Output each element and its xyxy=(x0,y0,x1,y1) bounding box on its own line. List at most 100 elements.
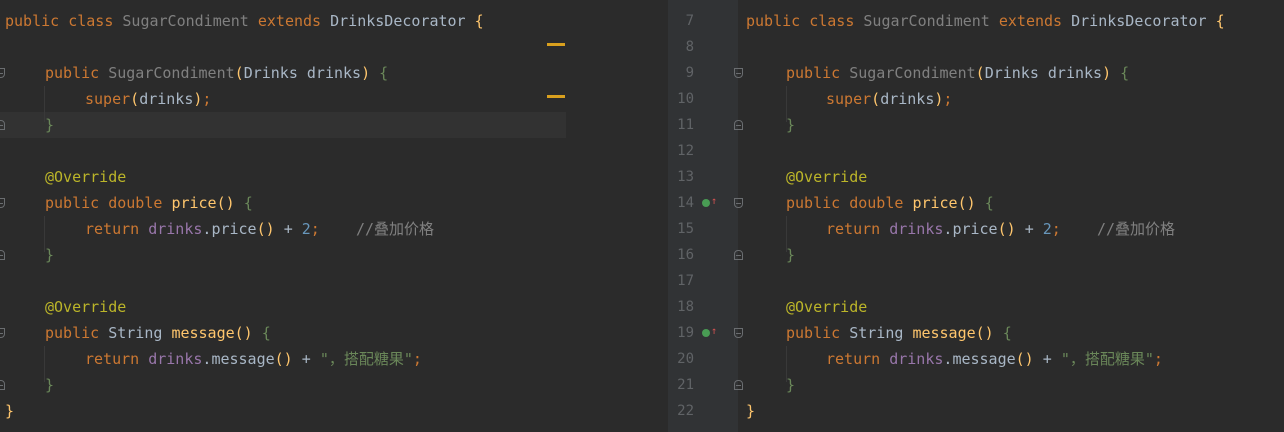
argument: drinks xyxy=(880,90,935,108)
warning-stripe-marker[interactable] xyxy=(547,43,565,46)
parent-class: DrinksDecorator xyxy=(1071,12,1207,30)
overrides-method-icon[interactable]: ↑ xyxy=(702,326,717,338)
method-name: message xyxy=(912,324,976,342)
method-call: price xyxy=(952,220,998,238)
paren: ( xyxy=(975,64,985,82)
paren: ( xyxy=(871,90,881,108)
semicolon: ; xyxy=(412,350,422,368)
code-line[interactable]: super(drinks); xyxy=(85,86,211,112)
fold-marker-icon[interactable] xyxy=(734,68,743,78)
code-line[interactable]: } xyxy=(786,112,795,138)
code-line[interactable]: } xyxy=(786,242,795,268)
line-number: 22 xyxy=(677,403,694,419)
brace: } xyxy=(786,246,796,264)
paren: ) xyxy=(361,64,371,82)
param-type: Drinks xyxy=(984,64,1039,82)
brace: } xyxy=(786,116,796,134)
fold-marker-icon[interactable] xyxy=(0,120,5,130)
type: String xyxy=(849,324,904,342)
brace: { xyxy=(1215,12,1225,30)
code-line[interactable]: public SugarCondiment(Drinks drinks) { xyxy=(45,60,388,86)
paren: () xyxy=(957,194,976,212)
keyword: double xyxy=(849,194,904,212)
line-number: 12 xyxy=(677,143,694,159)
line-number: 17 xyxy=(677,273,694,289)
keyword: public xyxy=(786,324,841,342)
overrides-method-icon[interactable]: ↑ xyxy=(702,196,717,208)
warning-stripe-marker[interactable] xyxy=(547,95,565,98)
code-line[interactable]: public class SugarCondiment extends Drin… xyxy=(5,8,484,34)
paren: () xyxy=(975,324,994,342)
fold-marker-icon[interactable] xyxy=(734,120,743,130)
operator: + xyxy=(1024,220,1034,238)
keyword: super xyxy=(85,90,131,108)
code-line[interactable]: super(drinks); xyxy=(826,86,952,112)
right-editor-pane[interactable]: 7 8 9 10 11 12 13 14 15 16 17 18 19 20 2… xyxy=(668,0,1284,432)
fold-marker-icon[interactable] xyxy=(734,380,743,390)
brace: { xyxy=(984,194,994,212)
code-line[interactable]: public class SugarCondiment extends Drin… xyxy=(746,8,1225,34)
fold-marker-icon[interactable] xyxy=(734,250,743,260)
line-number: 11 xyxy=(677,117,694,133)
code-line[interactable]: public double price() { xyxy=(786,190,994,216)
keyword: class xyxy=(68,12,114,30)
operator: + xyxy=(301,350,311,368)
brace: } xyxy=(5,402,15,420)
code-line[interactable]: } xyxy=(746,398,755,424)
keyword: return xyxy=(85,350,140,368)
brace: { xyxy=(243,194,253,212)
code-line[interactable]: public double price() { xyxy=(45,190,253,216)
line-number: 14 xyxy=(677,195,694,211)
operator: + xyxy=(1042,350,1052,368)
semicolon: ; xyxy=(943,90,953,108)
line-number: 21 xyxy=(677,377,694,393)
code-line[interactable]: } xyxy=(45,242,54,268)
string-literal: "，搭配糖果" xyxy=(319,350,413,368)
code-line[interactable]: return drinks.price() + 2; //叠加价格 xyxy=(85,216,434,242)
method-call: message xyxy=(952,350,1016,368)
code-line[interactable]: return drinks.message() + "，搭配糖果"; xyxy=(85,346,422,372)
semicolon: ; xyxy=(202,90,212,108)
field: drinks xyxy=(889,350,944,368)
keyword: return xyxy=(85,220,140,238)
class-name: SugarCondiment xyxy=(863,12,990,30)
paren: ( xyxy=(234,64,244,82)
code-line[interactable]: } xyxy=(786,372,795,398)
paren: () xyxy=(997,220,1016,238)
number: 2 xyxy=(1042,220,1052,238)
code-line[interactable]: public String message() { xyxy=(786,320,1012,346)
code-line[interactable]: @Override xyxy=(786,164,867,190)
code-line[interactable]: @Override xyxy=(786,294,867,320)
fold-marker-icon[interactable] xyxy=(734,198,743,208)
paren: ) xyxy=(1102,64,1112,82)
keyword: return xyxy=(826,220,881,238)
left-editor-pane[interactable]: public class SugarCondiment extends Drin… xyxy=(0,0,566,432)
annotation: @Override xyxy=(786,298,868,316)
line-number: 20 xyxy=(677,351,694,367)
param-type: Drinks xyxy=(243,64,298,82)
fold-marker-icon[interactable] xyxy=(0,250,5,260)
brace: } xyxy=(45,116,55,134)
keyword: extends xyxy=(998,12,1063,30)
code-line[interactable]: @Override xyxy=(45,294,126,320)
code-line[interactable]: @Override xyxy=(45,164,126,190)
method-name: price xyxy=(912,194,958,212)
code-line[interactable]: public SugarCondiment(Drinks drinks) { xyxy=(786,60,1129,86)
fold-marker-icon[interactable] xyxy=(734,328,743,338)
pane-divider xyxy=(566,0,668,432)
code-line[interactable]: } xyxy=(45,112,54,138)
comment: //叠加价格 xyxy=(355,220,434,238)
code-line[interactable]: return drinks.price() + 2; //叠加价格 xyxy=(826,216,1175,242)
code-line[interactable]: public String message() { xyxy=(45,320,271,346)
field: drinks xyxy=(148,350,203,368)
code-line[interactable]: } xyxy=(5,398,14,424)
line-number: 10 xyxy=(677,91,694,107)
fold-marker-icon[interactable] xyxy=(0,380,5,390)
brace: } xyxy=(45,376,55,394)
argument: drinks xyxy=(139,90,194,108)
method-call: message xyxy=(211,350,275,368)
paren: () xyxy=(1015,350,1034,368)
code-line[interactable]: return drinks.message() + "，搭配糖果"; xyxy=(826,346,1163,372)
line-number: 19 xyxy=(677,325,694,341)
code-line[interactable]: } xyxy=(45,372,54,398)
